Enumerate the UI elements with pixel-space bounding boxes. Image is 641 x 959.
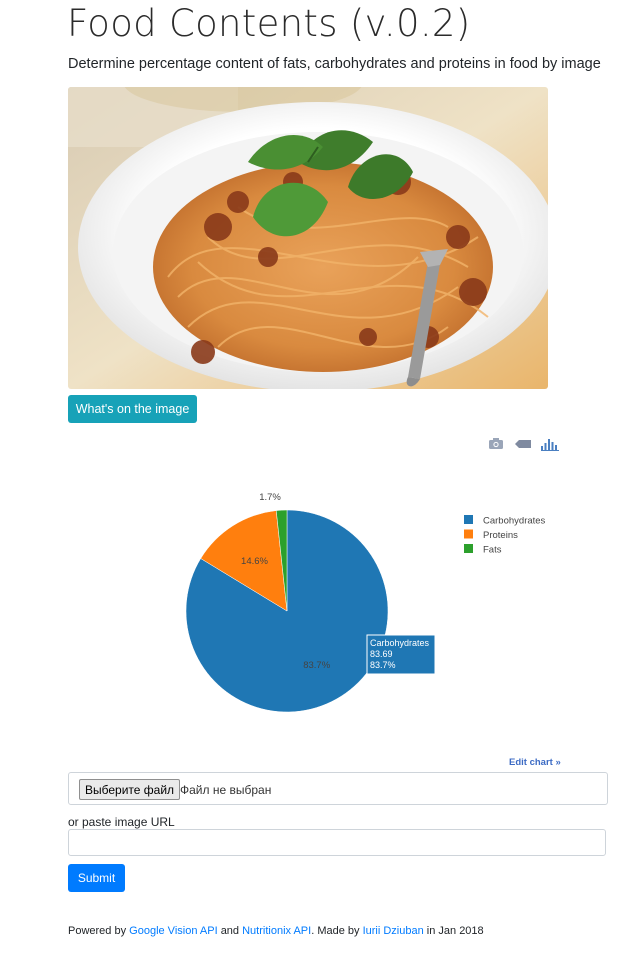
hover-tooltip-label: Carbohydrates (370, 638, 430, 648)
food-image (68, 87, 548, 389)
legend-label-carbohydrates[interactable]: Carbohydrates (483, 516, 546, 527)
camera-icon[interactable] (488, 437, 506, 453)
choose-file-button[interactable]: Выберите файл (79, 779, 181, 800)
file-status-text: Файл не выбран (180, 783, 272, 797)
footer: Powered by Google Vision API and Nutriti… (68, 925, 484, 937)
footer-date: in Jan 2018 (426, 925, 484, 937)
legend-swatch-proteins[interactable] (464, 529, 473, 539)
pie-chart: 83.7% 14.6% 1.7% Carbohydrates Proteins Fats… (185, 492, 546, 713)
nutritionix-link[interactable]: Nutritionix API (242, 925, 311, 937)
tag-icon[interactable] (514, 437, 532, 453)
whats-on-image-button[interactable]: What's on the image (68, 395, 197, 423)
pie-label-carbohydrates: 83.7% (303, 660, 330, 671)
hover-tooltip-value: 83.69 (370, 649, 393, 659)
image-url-label: or paste image URL (68, 815, 175, 829)
legend-swatch-carbohydrates[interactable] (464, 515, 473, 524)
file-upload-field[interactable]: Выберите файл Файл не выбран (68, 772, 608, 805)
image-url-input[interactable] (68, 829, 606, 856)
footer-made-by: . Made by (311, 925, 360, 937)
plotly-logo-icon[interactable] (540, 437, 559, 453)
edit-chart-link[interactable]: Edit chart » (509, 757, 561, 768)
page-subtitle: Determine percentage content of fats, ca… (68, 56, 601, 72)
footer-and: and (220, 925, 240, 937)
legend-label-proteins[interactable]: Proteins (483, 530, 518, 541)
google-vision-link[interactable]: Google Vision API (129, 925, 217, 937)
page-title: Food Contents (v.0.2) (67, 2, 471, 45)
author-link[interactable]: Iurii Dziuban (363, 925, 424, 937)
legend-label-fats[interactable]: Fats (483, 545, 502, 556)
pie-label-fats: 1.7% (259, 492, 281, 503)
chart-modebar (488, 437, 568, 453)
submit-button[interactable]: Submit (68, 864, 125, 892)
hover-tooltip-percent: 83.7% (370, 660, 396, 670)
legend-swatch-fats[interactable] (464, 544, 473, 553)
footer-powered-by: Powered by (68, 925, 127, 937)
pie-label-proteins: 14.6% (241, 556, 268, 567)
